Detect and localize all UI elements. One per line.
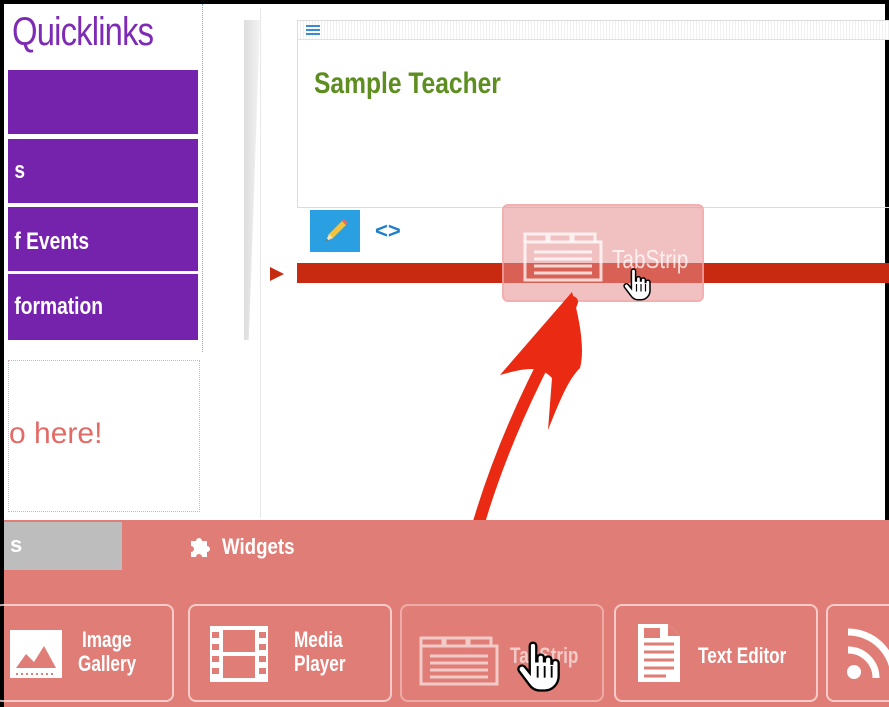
widget-image-gallery[interactable]: Image Gallery — [0, 604, 174, 702]
quicklink-item[interactable]: s — [8, 139, 198, 203]
block-toolbar[interactable] — [298, 21, 889, 40]
edit-button[interactable] — [310, 210, 360, 252]
divider-line — [260, 8, 261, 518]
block-heading: Sample Teacher — [314, 67, 501, 100]
drop-zone[interactable]: o here! — [8, 360, 200, 512]
content-block[interactable]: Sample Teacher — [297, 20, 889, 208]
quicklink-item[interactable]: formation — [8, 274, 198, 340]
tab-widgets[interactable]: Widgets — [188, 534, 307, 560]
drop-marker-icon — [270, 267, 284, 281]
quicklink-item[interactable] — [8, 70, 198, 134]
widgets-panel: s Widgets Image Gallery Media Player Tex… — [0, 520, 889, 707]
tab-previous[interactable]: s — [4, 522, 122, 570]
tabstrip-icon — [523, 232, 603, 282]
widget-tabstrip[interactable]: TabStrip — [400, 604, 604, 702]
code-icon[interactable]: <> — [375, 218, 401, 244]
widget-rss[interactable] — [826, 604, 889, 702]
menu-icon[interactable] — [306, 25, 320, 35]
image-gallery-icon — [10, 630, 62, 678]
film-icon — [210, 626, 268, 682]
document-icon — [638, 624, 680, 682]
pencil-icon — [326, 219, 348, 241]
column-divider — [244, 20, 260, 340]
hand-cursor-icon — [517, 641, 560, 692]
tabstrip-icon — [419, 636, 499, 686]
screen: Quicklinks s f Events formation o here! … — [0, 0, 889, 707]
tab-widgets-label: Widgets — [222, 534, 295, 559]
rss-icon — [847, 628, 889, 679]
quicklink-item[interactable]: f Events — [8, 207, 198, 271]
quicklinks-panel: Quicklinks s f Events formation — [4, 4, 203, 352]
quicklinks-title: Quicklinks — [12, 10, 154, 54]
drop-zone-text: o here! — [9, 417, 103, 450]
hand-cursor-icon — [623, 268, 651, 301]
widget-media-player[interactable]: Media Player — [188, 604, 392, 702]
puzzle-icon — [191, 538, 210, 557]
drag-ghost: TabStrip — [502, 204, 704, 302]
widget-text-editor[interactable]: Text Editor — [614, 604, 818, 702]
